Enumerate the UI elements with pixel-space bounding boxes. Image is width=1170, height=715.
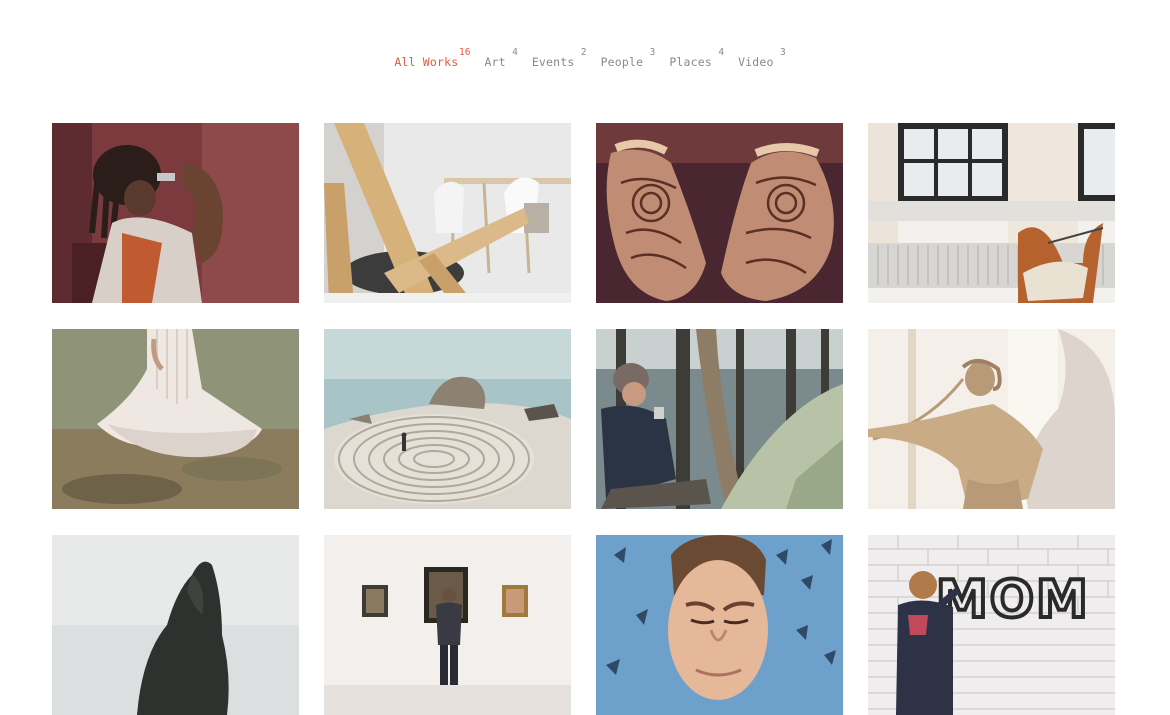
- portfolio-grid: MOM: [52, 123, 1115, 715]
- photo-thumbnail: [324, 535, 571, 715]
- portfolio-item[interactable]: [324, 123, 571, 303]
- filter-people[interactable]: People 3: [600, 47, 656, 69]
- portfolio-item[interactable]: [596, 535, 843, 715]
- photo-thumbnail: [324, 329, 571, 509]
- filter-count: 4: [718, 47, 725, 58]
- filter-count: 16: [458, 47, 471, 58]
- filter-count: 4: [512, 47, 518, 58]
- portfolio-item[interactable]: [596, 329, 843, 509]
- photo-thumbnail: [868, 123, 1115, 303]
- graffiti-text: MOM: [936, 570, 1090, 630]
- photo-thumbnail: [324, 123, 571, 303]
- photo-thumbnail: [868, 329, 1115, 509]
- portfolio-item[interactable]: [324, 329, 571, 509]
- filter-label: Video: [738, 55, 774, 69]
- portfolio-item[interactable]: MOM: [868, 535, 1115, 715]
- photo-thumbnail: [52, 535, 299, 715]
- photo-thumbnail: [596, 535, 843, 715]
- portfolio-item[interactable]: [868, 123, 1115, 303]
- portfolio-item[interactable]: [324, 535, 571, 715]
- filter-art[interactable]: Art 4: [484, 47, 517, 69]
- portfolio-item[interactable]: [52, 535, 299, 715]
- filter-label: Events: [531, 55, 575, 69]
- filter-label: People: [600, 55, 644, 69]
- filter-count: 2: [580, 47, 587, 58]
- filter-all-works[interactable]: All Works 16: [394, 47, 470, 69]
- filter-label: Art: [484, 55, 506, 69]
- filter-events[interactable]: Events 2: [531, 47, 587, 69]
- filter-label: Places: [669, 55, 713, 69]
- filter-count: 3: [649, 47, 656, 58]
- portfolio-item[interactable]: [868, 329, 1115, 509]
- filter-count: 3: [779, 47, 786, 58]
- portfolio-item[interactable]: [52, 123, 299, 303]
- portfolio-item[interactable]: [596, 123, 843, 303]
- portfolio-item[interactable]: [52, 329, 299, 509]
- filter-label: All Works: [394, 55, 459, 69]
- photo-thumbnail: [52, 123, 299, 303]
- photo-thumbnail: [596, 329, 843, 509]
- portfolio-filter-bar: All Works 16 Art 4 Events 2 People 3 Pla…: [0, 47, 1170, 69]
- photo-thumbnail: [52, 329, 299, 509]
- photo-thumbnail: MOM: [868, 535, 1115, 715]
- filter-places[interactable]: Places 4: [669, 47, 724, 69]
- photo-thumbnail: [596, 123, 843, 303]
- filter-video[interactable]: Video 3: [738, 47, 786, 69]
